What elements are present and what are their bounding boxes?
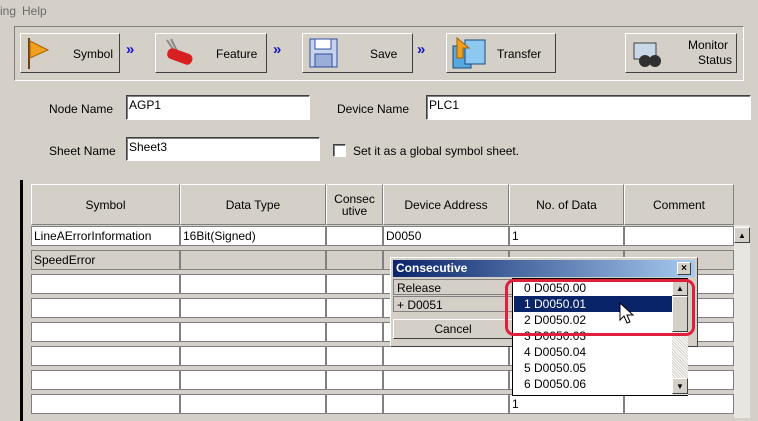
scroll-up-icon[interactable]: ▲	[734, 227, 750, 243]
next-arrow-icon: »	[273, 41, 281, 58]
feature-label: Feature	[216, 47, 258, 61]
window-edge	[20, 180, 23, 421]
column-header-comment[interactable]: Comment	[624, 184, 734, 225]
popup-item-next[interactable]: + D0051	[393, 296, 513, 312]
table-cell-symbol[interactable]	[31, 274, 180, 294]
table-cell-data-type[interactable]	[180, 346, 326, 366]
swiss-knife-icon	[166, 38, 193, 65]
table-cell-data-type[interactable]	[180, 394, 326, 414]
column-header-device-address[interactable]: Device Address	[383, 184, 509, 225]
cancel-button[interactable]: Cancel	[393, 319, 513, 339]
popup-item-release[interactable]: Release	[393, 279, 513, 295]
bit-address-item[interactable]: 5 D0050.05	[514, 360, 672, 376]
next-arrow-icon: »	[126, 41, 134, 58]
global-symbol-label: Set it as a global symbol sheet.	[353, 144, 520, 158]
table-cell-device-address[interactable]	[383, 346, 509, 366]
table-cell-symbol[interactable]	[31, 370, 180, 390]
flag-icon	[28, 38, 50, 69]
column-header-symbol[interactable]: Symbol	[31, 184, 180, 225]
highlight-annotation	[505, 279, 695, 336]
popup-title-text: Consecutive	[396, 261, 468, 275]
table-cell-data-type[interactable]: 16Bit(Signed)	[180, 226, 326, 246]
monitor-label: Monitor	[688, 38, 729, 52]
bit-address-item[interactable]: 4 D0050.04	[514, 344, 672, 360]
node-name-label: Node Name	[49, 102, 114, 116]
table-cell-symbol[interactable]	[31, 394, 180, 414]
table-cell-consecutive[interactable]	[326, 370, 383, 390]
table-cell-data-type[interactable]	[180, 250, 326, 270]
menu-item-partial[interactable]: ing	[0, 4, 16, 18]
transfer-icon	[452, 36, 486, 69]
device-name-label: Device Name	[337, 102, 410, 116]
save-button[interactable]: Save	[302, 33, 413, 73]
table-cell-symbol[interactable]: SpeedError	[31, 250, 180, 270]
table-cell-data-type[interactable]	[180, 370, 326, 390]
transfer-button[interactable]: Transfer	[446, 33, 556, 73]
menu-bar: ing Help	[0, 0, 758, 22]
sheet-name-field[interactable]: Sheet3	[126, 137, 320, 161]
table-cell-consecutive[interactable]	[326, 346, 383, 366]
table-cell-consecutive[interactable]	[326, 250, 383, 270]
table-cell-device-address[interactable]: D0050	[383, 226, 509, 246]
next-arrow-icon: »	[417, 41, 425, 58]
transfer-label: Transfer	[497, 47, 542, 61]
table-cell-consecutive[interactable]	[326, 226, 383, 246]
table-cell-data-type[interactable]	[180, 322, 326, 342]
status-label: Status	[698, 53, 733, 67]
table-cell-symbol[interactable]	[31, 298, 180, 318]
table-cell-consecutive[interactable]	[326, 298, 383, 318]
save-label: Save	[370, 47, 398, 61]
popup-title: Consecutive ×	[393, 260, 695, 277]
binoculars-icon	[633, 42, 661, 67]
table-cell-data-type[interactable]	[180, 298, 326, 318]
table-cell-no-of-data[interactable]: 1	[509, 226, 624, 246]
table-cell-symbol[interactable]: LineAErrorInformation	[31, 226, 180, 246]
symbol-button[interactable]: Symbol	[20, 33, 120, 73]
node-name-field[interactable]: AGP1	[126, 95, 310, 120]
device-name-field[interactable]: PLC1	[426, 95, 751, 120]
table-cell-symbol[interactable]	[31, 322, 180, 342]
floppy-disk-icon	[309, 38, 338, 68]
table-cell-consecutive[interactable]	[326, 322, 383, 342]
sheet-name-label: Sheet Name	[49, 144, 116, 158]
column-header-data-type[interactable]: Data Type	[180, 184, 326, 225]
table-cell-device-address[interactable]	[383, 394, 509, 414]
table-scrollbar[interactable]: ▲	[734, 225, 750, 418]
column-header-no-of-data[interactable]: No. of Data	[509, 184, 624, 225]
table-cell-consecutive[interactable]	[326, 274, 383, 294]
table-cell-comment[interactable]	[624, 226, 734, 246]
mouse-cursor-icon	[619, 302, 635, 324]
column-header-consecutive[interactable]: Consec utive	[326, 184, 383, 225]
table-cell-no-of-data[interactable]: 1	[509, 394, 624, 414]
scroll-down-icon[interactable]: ▼	[672, 378, 688, 394]
close-icon[interactable]: ×	[677, 262, 691, 275]
global-symbol-checkbox[interactable]	[333, 144, 346, 157]
table-cell-data-type[interactable]	[180, 274, 326, 294]
menu-item-help[interactable]: Help	[22, 4, 47, 18]
table-cell-consecutive[interactable]	[326, 394, 383, 414]
table-cell-symbol[interactable]	[31, 346, 180, 366]
table-cell-comment[interactable]	[624, 394, 734, 414]
table-cell-device-address[interactable]	[383, 370, 509, 390]
monitor-status-button[interactable]: Monitor Status	[625, 33, 737, 73]
bit-address-item[interactable]: 6 D0050.06	[514, 376, 672, 392]
feature-button[interactable]: Feature	[155, 33, 267, 73]
symbol-label: Symbol	[73, 47, 114, 61]
